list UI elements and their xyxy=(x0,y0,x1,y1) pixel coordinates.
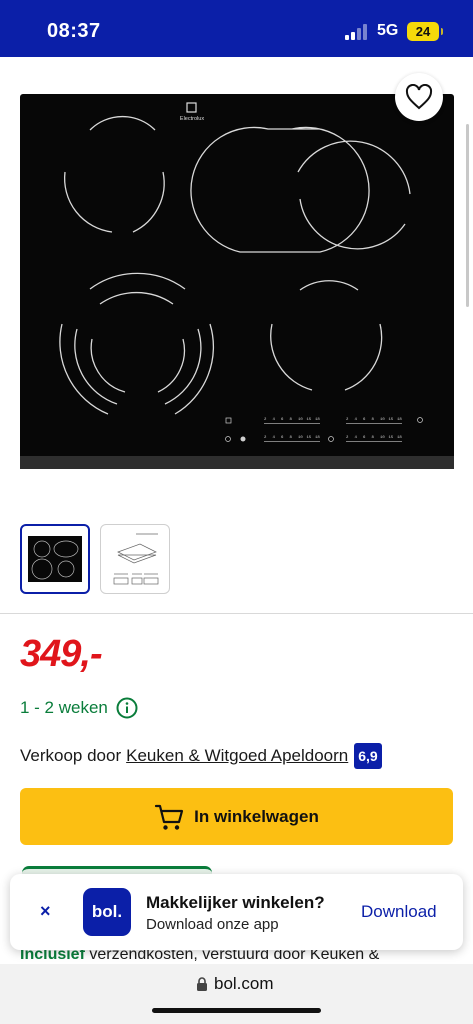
thumbnail-hob[interactable] xyxy=(20,524,90,594)
close-icon[interactable]: × xyxy=(40,901,51,922)
brand-label: Electrolux xyxy=(180,116,204,122)
seller-info: Verkoop door Keuken & Witgoed Apeldoorn … xyxy=(20,743,382,769)
hob-scale-label: 10 xyxy=(380,436,385,440)
hob-scale-label: 10 xyxy=(298,418,303,422)
status-time: 08:37 xyxy=(47,20,101,42)
info-icon[interactable] xyxy=(116,697,138,719)
hob-scale-label: 18 xyxy=(315,418,320,422)
hob-scale-label: 18 xyxy=(315,436,320,440)
hob-scale-label: 10 xyxy=(380,418,385,422)
network-type: 5G xyxy=(377,22,399,39)
battery-icon: 24 xyxy=(407,22,439,41)
battery-tip xyxy=(441,28,443,35)
hob-scale-label: 15 xyxy=(389,436,394,440)
favorite-button[interactable] xyxy=(395,73,443,121)
url-display[interactable]: bol.com xyxy=(196,974,274,994)
thumbnail-hob-image xyxy=(28,536,82,582)
signal-icon xyxy=(345,24,369,40)
banner-title: Makkelijker winkelen? xyxy=(146,893,325,912)
divider xyxy=(0,613,473,614)
download-button[interactable]: Download xyxy=(361,902,437,922)
hob-scale-label: 15 xyxy=(307,436,312,440)
hob-image: Electrolux 2 4 6 8 10 15 18 2 4 6 8 10 1… xyxy=(20,94,454,469)
add-to-cart-button[interactable]: In winkelwagen xyxy=(20,788,453,845)
seller-rating-badge[interactable]: 6,9 xyxy=(354,743,382,769)
hob-scale-label: 15 xyxy=(389,418,394,422)
cart-icon xyxy=(155,804,184,830)
browser-url-bar[interactable]: bol.com xyxy=(0,964,473,1024)
delivery-time: 1 - 2 weken xyxy=(20,697,138,719)
scroll-indicator[interactable] xyxy=(466,124,469,307)
thumbnail-diagram-image xyxy=(113,533,159,585)
hob-scale-label: 18 xyxy=(397,436,402,440)
heart-icon xyxy=(405,84,433,110)
banner-subtitle: Download onze app xyxy=(146,916,279,933)
product-price: 349,- xyxy=(20,633,103,675)
hob-scale-label: 10 xyxy=(298,436,303,440)
delivery-label: 1 - 2 weken xyxy=(20,698,108,717)
hob-scale-label: 18 xyxy=(397,418,402,422)
seller-link[interactable]: Keuken & Witgoed Apeldoorn xyxy=(126,746,348,766)
product-image[interactable]: Electrolux 2 4 6 8 10 15 18 2 4 6 8 10 1… xyxy=(20,94,454,469)
add-to-cart-label: In winkelwagen xyxy=(194,806,319,826)
app-download-banner: × bol. Makkelijker winkelen? Download on… xyxy=(10,874,463,950)
home-indicator[interactable] xyxy=(152,1008,321,1013)
bol-logo: bol. xyxy=(83,888,131,936)
url-label: bol.com xyxy=(214,974,274,993)
hob-scale-label: 15 xyxy=(307,418,312,422)
lock-icon xyxy=(197,976,207,991)
seller-prefix: Verkoop door xyxy=(20,746,122,765)
thumbnail-diagram[interactable] xyxy=(100,524,170,594)
status-bar: 08:37 5G 24 xyxy=(0,0,473,57)
